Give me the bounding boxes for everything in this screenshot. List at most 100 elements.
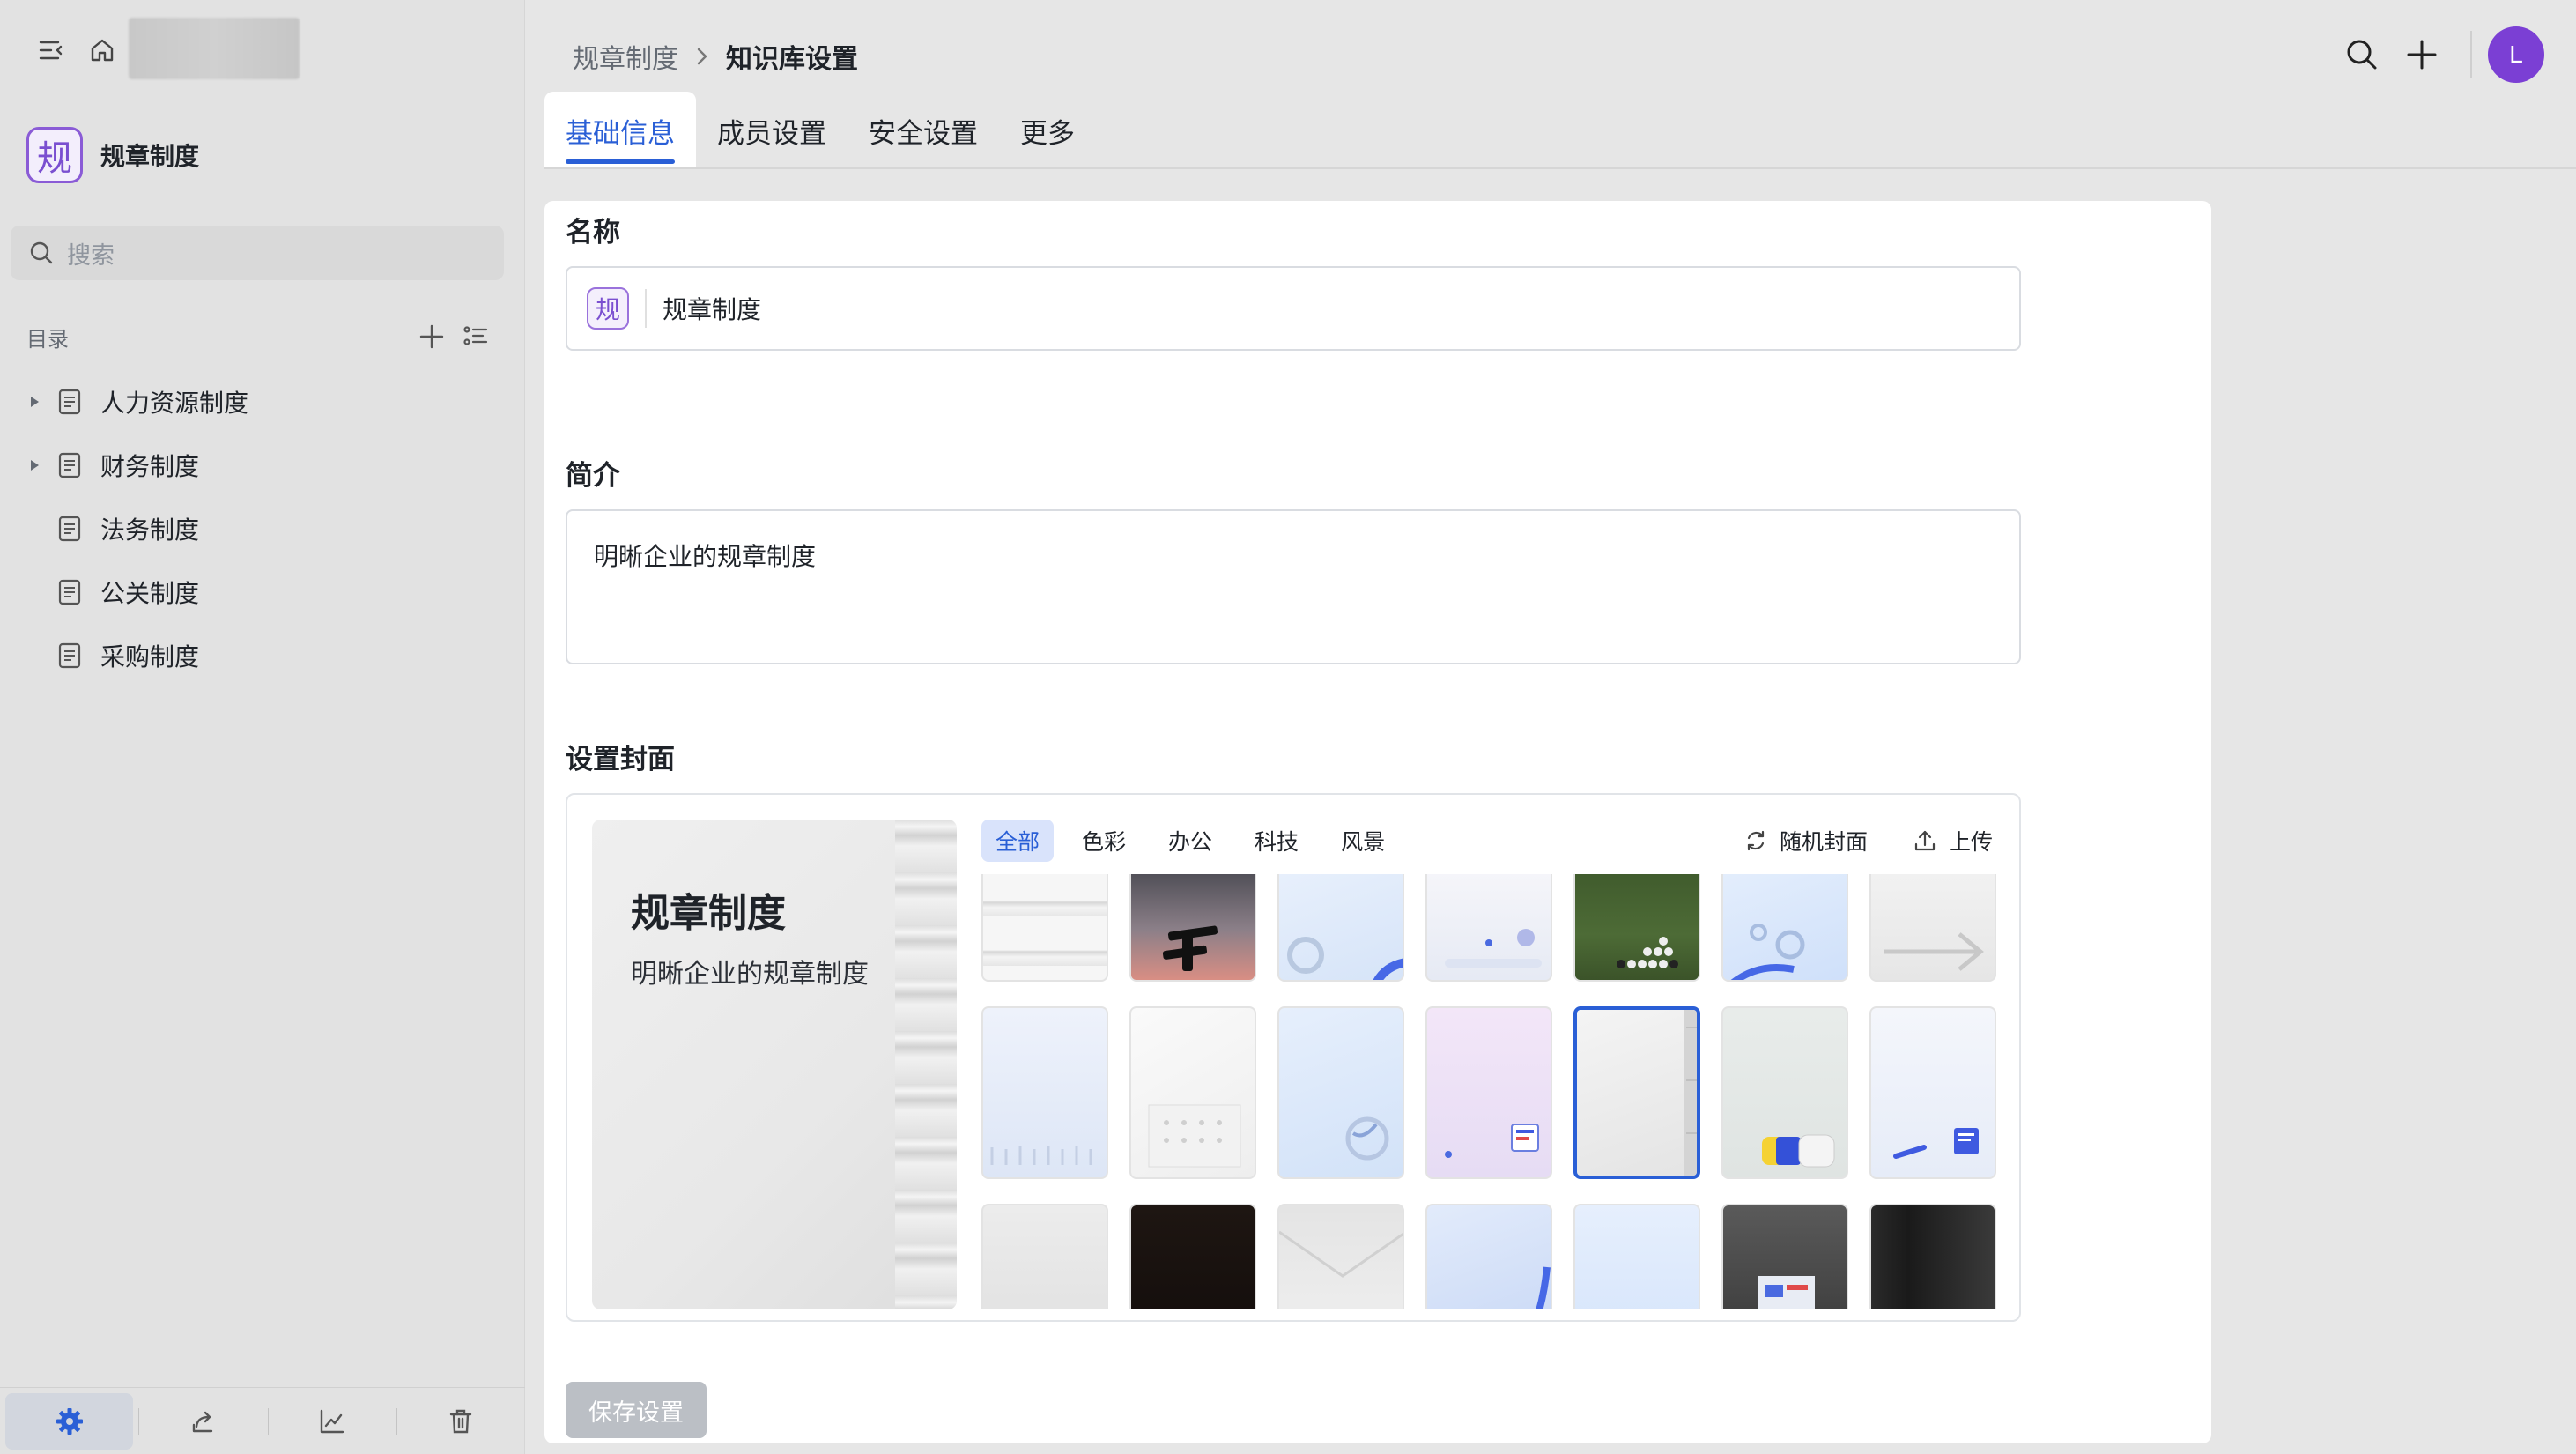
cover-thumbnail[interactable] (1869, 874, 1996, 982)
name-value: 规章制度 (663, 296, 762, 323)
kb-icon-picker[interactable]: 规 (587, 287, 629, 330)
document-icon (55, 641, 85, 671)
knowledge-base-header[interactable]: 规 规章制度 (26, 127, 199, 183)
collapse-sidebar-icon[interactable] (32, 31, 70, 70)
description-field[interactable]: 明晰企业的规章制度 (566, 509, 2021, 664)
create-plus-icon[interactable] (2400, 33, 2444, 77)
tree-item-legal[interactable]: 法务制度 (0, 497, 525, 560)
sidebar-bottom-toolbar (0, 1387, 525, 1454)
cover-actions: 随机封面 上传 (1699, 820, 1993, 862)
filter-tech[interactable]: 科技 (1240, 820, 1313, 862)
cover-thumbnail[interactable] (1425, 874, 1552, 982)
random-cover-label: 随机封面 (1779, 830, 1868, 855)
share-button[interactable] (139, 1393, 267, 1450)
cover-preview-texture (895, 820, 957, 1309)
cover-thumbnail-selected[interactable] (1573, 1006, 1700, 1179)
toc-header: 目录 (26, 319, 493, 354)
tree-item-label: 法务制度 (100, 516, 200, 544)
upload-icon (1912, 827, 1938, 854)
filter-all[interactable]: 全部 (981, 820, 1055, 862)
analytics-button[interactable] (269, 1393, 396, 1450)
tree-item-purchase[interactable]: 采购制度 (0, 624, 525, 687)
tree-item-label: 公关制度 (100, 580, 200, 607)
chevron-right-icon (694, 47, 710, 66)
document-icon (55, 514, 85, 544)
tabs-underline (544, 167, 2576, 169)
tree-item-hr[interactable]: 人力资源制度 (0, 370, 525, 434)
workspace-logo[interactable] (129, 18, 300, 79)
expand-arrow-icon[interactable] (25, 456, 44, 475)
tree-item-finance[interactable]: 财务制度 (0, 434, 525, 497)
filter-office[interactable]: 办公 (1154, 820, 1226, 862)
cover-thumbnail[interactable] (1573, 874, 1700, 982)
cover-thumbnail[interactable] (981, 1006, 1108, 1179)
header-divider (2470, 31, 2472, 78)
header-actions: L (2324, 26, 2544, 83)
toc-list-icon[interactable] (458, 319, 493, 354)
search-icon (30, 241, 53, 264)
cover-section-title: 设置封面 (566, 744, 675, 775)
cover-thumbnail[interactable] (1869, 1006, 1996, 1179)
cover-thumbnail[interactable] (1129, 1006, 1256, 1179)
upload-cover-button[interactable]: 上传 (1912, 820, 1993, 862)
settings-icon (56, 1407, 83, 1435)
cover-thumbnail[interactable] (981, 1204, 1108, 1309)
breadcrumb-current: 知识库设置 (726, 45, 858, 74)
home-icon[interactable] (83, 31, 122, 70)
sidebar: 规 规章制度 搜索 目录 人力资源制度 财务制度 法务制度 公关制度 采购制度 (0, 0, 525, 1454)
cover-thumbnail[interactable] (1277, 1006, 1404, 1179)
filter-color[interactable]: 色彩 (1068, 820, 1140, 862)
cover-thumbnail[interactable] (1277, 874, 1404, 982)
trash-icon (450, 1409, 472, 1433)
cover-thumbnail[interactable] (981, 874, 1108, 982)
document-icon (55, 577, 85, 607)
name-field[interactable]: 规 规章制度 (566, 266, 2021, 351)
global-search-icon[interactable] (2340, 33, 2384, 77)
tree-item-pr[interactable]: 公关制度 (0, 560, 525, 624)
sidebar-search-input[interactable]: 搜索 (11, 226, 504, 280)
name-section-title: 名称 (566, 217, 620, 248)
tab-basic-info[interactable]: 基础信息 (544, 92, 696, 169)
cover-thumbnail[interactable] (1277, 1204, 1404, 1309)
field-divider (645, 289, 647, 328)
cover-thumbnail[interactable] (1869, 1204, 1996, 1309)
tree-item-label: 财务制度 (100, 453, 200, 480)
document-icon (55, 387, 85, 417)
filter-scenery[interactable]: 风景 (1327, 820, 1399, 862)
doc-tree: 人力资源制度 财务制度 法务制度 公关制度 采购制度 (0, 370, 525, 687)
toc-label: 目录 (26, 327, 69, 352)
desc-section-title: 简介 (566, 460, 620, 491)
cover-thumbnail[interactable] (1129, 874, 1256, 982)
add-doc-icon[interactable] (414, 319, 449, 354)
basic-info-card: 名称 规 规章制度 简介 明晰企业的规章制度 设置封面 规章制度 明晰企业的规章… (544, 201, 2211, 1443)
tree-item-label: 采购制度 (100, 643, 200, 671)
cover-thumbnail[interactable] (1425, 1006, 1552, 1179)
cover-thumbnail[interactable] (1721, 1204, 1848, 1309)
expand-arrow-icon[interactable] (25, 392, 44, 412)
cover-thumbnail[interactable] (1425, 1204, 1552, 1309)
analytics-icon (320, 1409, 344, 1433)
refresh-icon (1743, 827, 1769, 854)
tab-more[interactable]: 更多 (999, 92, 1096, 169)
user-avatar[interactable]: L (2488, 26, 2544, 83)
cover-preview-subtitle: 明晰企业的规章制度 (631, 960, 869, 989)
cover-thumbnail[interactable] (1573, 1204, 1700, 1309)
cover-thumbnail-grid (981, 874, 2003, 1309)
save-settings-button[interactable]: 保存设置 (566, 1382, 707, 1438)
settings-button[interactable] (5, 1392, 134, 1450)
tab-security[interactable]: 安全设置 (848, 92, 999, 169)
trash-button[interactable] (397, 1393, 525, 1450)
kb-name: 规章制度 (100, 143, 200, 170)
cover-thumbnail[interactable] (1129, 1204, 1256, 1309)
breadcrumb-kb[interactable]: 规章制度 (573, 37, 678, 76)
kb-badge-icon: 规 (26, 127, 83, 183)
cover-category-filters: 全部 色彩 办公 科技 风景 (981, 820, 1413, 862)
random-cover-button[interactable]: 随机封面 (1743, 820, 1868, 862)
upload-label: 上传 (1948, 830, 1993, 855)
cover-thumbnail[interactable] (1721, 874, 1848, 982)
cover-thumbnail[interactable] (1721, 1006, 1848, 1179)
tab-members[interactable]: 成员设置 (696, 92, 848, 169)
cover-preview: 规章制度 明晰企业的规章制度 (592, 820, 957, 1309)
